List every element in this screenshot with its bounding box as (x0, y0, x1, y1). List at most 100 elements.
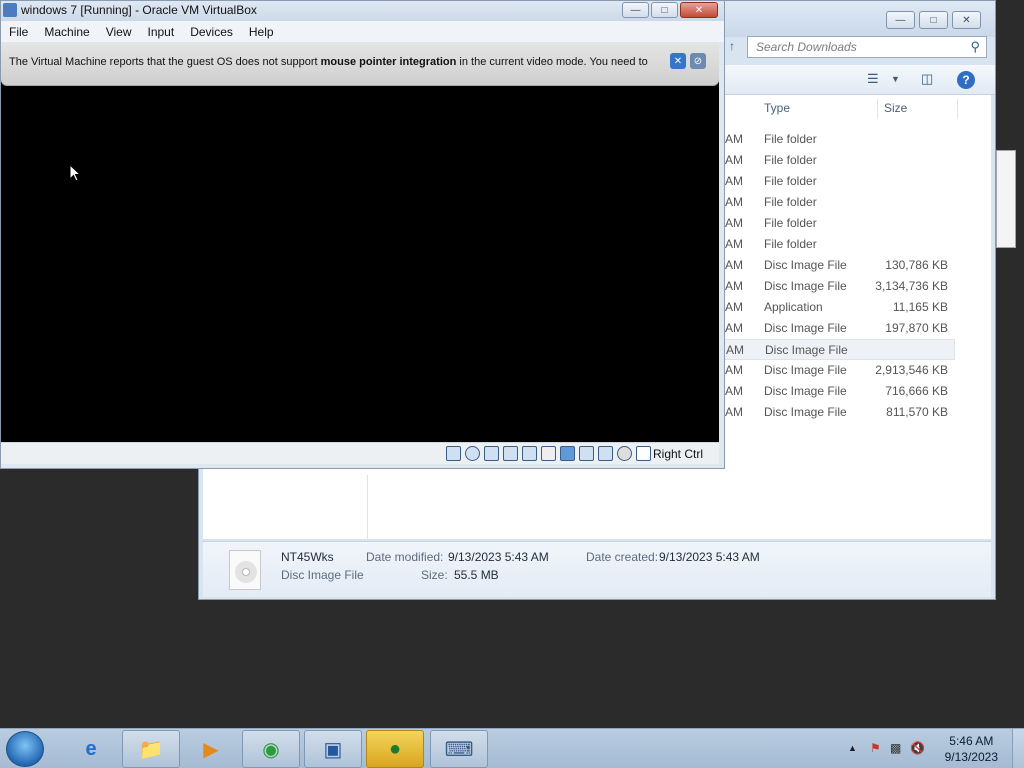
virtualbox-app-icon[interactable] (3, 3, 17, 17)
chrome-icon[interactable]: ◉ (242, 730, 300, 768)
mouse-cursor-icon (69, 164, 81, 182)
row-time-fragment: AM (725, 216, 743, 230)
row-type: Disc Image File (764, 258, 847, 272)
optical-drive-icon[interactable] (465, 446, 480, 461)
virtualbox-window-controls: — □ ✕ (622, 2, 718, 18)
column-header-size[interactable]: Size (884, 101, 907, 119)
maximize-button[interactable]: □ (919, 11, 948, 29)
row-type: Disc Image File (764, 405, 847, 419)
view-options-icon[interactable]: ☰ (867, 71, 879, 89)
window-title: windows 7 [Running] - Oracle VM VirtualB… (21, 3, 257, 17)
row-time-fragment: AM (725, 237, 743, 251)
details-modified-label: Date modified: (366, 550, 444, 564)
audio-icon[interactable] (484, 446, 499, 461)
vm-display[interactable]: The Virtual Machine reports that the gue… (1, 42, 719, 442)
row-type: File folder (764, 132, 817, 146)
mouse-integration-icon[interactable] (617, 446, 632, 461)
menu-help[interactable]: Help (241, 25, 282, 39)
search-placeholder: Search Downloads (756, 40, 857, 54)
file-explorer-icon[interactable]: 📁 (122, 730, 180, 768)
minimize-button[interactable]: — (886, 11, 915, 29)
remote-desktop-icon[interactable]: ⌨ (430, 730, 488, 768)
row-size: 130,786 KB (885, 258, 948, 272)
row-time-fragment: AM (725, 405, 743, 419)
preview-pane-icon[interactable]: ◫ (921, 71, 933, 89)
notice-text-bold: mouse pointer integration (320, 56, 457, 68)
menu-input[interactable]: Input (140, 25, 183, 39)
maximize-button[interactable]: □ (651, 2, 678, 18)
notice-text-end: in the current video mode. You need to (456, 56, 648, 68)
virtualbox-menubar: File Machine View Input Devices Help (1, 21, 724, 42)
nav-pane-divider[interactable] (367, 475, 368, 539)
network-status-icon[interactable]: ▩ (890, 741, 904, 755)
column-separator[interactable] (877, 99, 878, 119)
details-created-label: Date created: (586, 550, 659, 564)
disc-image-icon (229, 550, 261, 590)
notice-close-icon[interactable]: ✕ (670, 53, 686, 69)
row-size: 3,134,736 KB (875, 279, 948, 293)
shared-folders-icon[interactable] (541, 446, 556, 461)
start-button[interactable] (6, 731, 44, 767)
column-header-type[interactable]: Type (764, 101, 790, 119)
display-icon[interactable] (560, 446, 575, 461)
volume-muted-icon[interactable]: 🔇 (910, 741, 925, 755)
action-center-icon[interactable]: ⚑ (870, 741, 884, 755)
table-row[interactable]: AMDisc Image File56,876 KB (363, 339, 955, 360)
explorer-window-controls: — □ ✕ (886, 11, 981, 29)
details-modified-value: 9/13/2023 5:43 AM (448, 550, 549, 564)
row-size: 197,870 KB (885, 321, 948, 335)
row-type: File folder (764, 153, 817, 167)
row-time-fragment: AM (725, 321, 743, 335)
media-player-icon[interactable]: ▶ (182, 730, 240, 768)
row-time-fragment: AM (725, 279, 743, 293)
minimize-button[interactable]: — (622, 2, 649, 18)
help-icon[interactable]: ? (957, 71, 975, 89)
download-manager-icon[interactable]: ● (366, 730, 424, 768)
row-size: 2,913,546 KB (875, 363, 948, 377)
show-desktop-button[interactable] (1012, 729, 1024, 768)
clock-date: 9/13/2023 (944, 750, 998, 764)
close-button[interactable]: ✕ (952, 11, 981, 29)
menu-devices[interactable]: Devices (182, 25, 241, 39)
clock[interactable]: 5:46 AM 9/13/2023 (945, 733, 998, 765)
row-type: Disc Image File (764, 321, 847, 335)
notice-text-start: The Virtual Machine reports that the gue… (9, 56, 321, 68)
hard-disk-icon[interactable] (446, 446, 461, 461)
menu-machine[interactable]: Machine (36, 25, 97, 39)
notice-message: The Virtual Machine reports that the gue… (9, 56, 648, 68)
row-size: 811,570 KB (886, 405, 948, 419)
virtualbox-statusbar: Right Ctrl (1, 442, 719, 464)
cpu-icon[interactable] (598, 446, 613, 461)
row-time-fragment: AM (725, 174, 743, 188)
background-window-fragment (996, 150, 1016, 248)
details-created-value: 9/13/2023 5:43 AM (659, 550, 760, 564)
internet-explorer-icon[interactable]: e (62, 730, 120, 768)
row-type: Application (764, 300, 823, 314)
row-type: Disc Image File (764, 363, 847, 377)
network-icon[interactable] (503, 446, 518, 461)
system-tray: ▲ ⚑ ▩ 🔇 5:46 AM 9/13/2023 (834, 729, 1024, 768)
host-key-arrow-icon[interactable] (636, 446, 651, 461)
row-size: 716,666 KB (885, 384, 948, 398)
show-hidden-icons-icon[interactable]: ▲ (848, 743, 862, 757)
host-key-label: Right Ctrl (653, 447, 704, 461)
row-time-fragment: AM (725, 195, 743, 209)
column-separator[interactable] (957, 99, 958, 119)
menu-file[interactable]: File (1, 25, 36, 39)
virtualbox-icon[interactable]: ▣ (304, 730, 362, 768)
virtualbox-title-bar[interactable]: windows 7 [Running] - Oracle VM VirtualB… (1, 1, 724, 21)
close-button[interactable]: ✕ (680, 2, 718, 18)
row-time-fragment: AM (726, 343, 744, 357)
taskbar: e 📁 ▶ ◉ ▣ ● ⌨ ▲ ⚑ ▩ 🔇 5:46 AM 9/13/2023 (0, 728, 1024, 768)
row-type: File folder (764, 216, 817, 230)
recording-icon[interactable] (579, 446, 594, 461)
search-input[interactable]: Search Downloads ⚲ (747, 36, 987, 58)
row-time-fragment: AM (725, 132, 743, 146)
usb-icon[interactable] (522, 446, 537, 461)
up-arrow-icon[interactable]: ↑ (729, 39, 735, 57)
chevron-down-icon[interactable]: ▼ (891, 74, 900, 92)
search-icon[interactable]: ⚲ (970, 39, 980, 55)
row-type: File folder (764, 237, 817, 251)
notice-mute-icon[interactable]: ⊘ (690, 53, 706, 69)
menu-view[interactable]: View (98, 25, 140, 39)
